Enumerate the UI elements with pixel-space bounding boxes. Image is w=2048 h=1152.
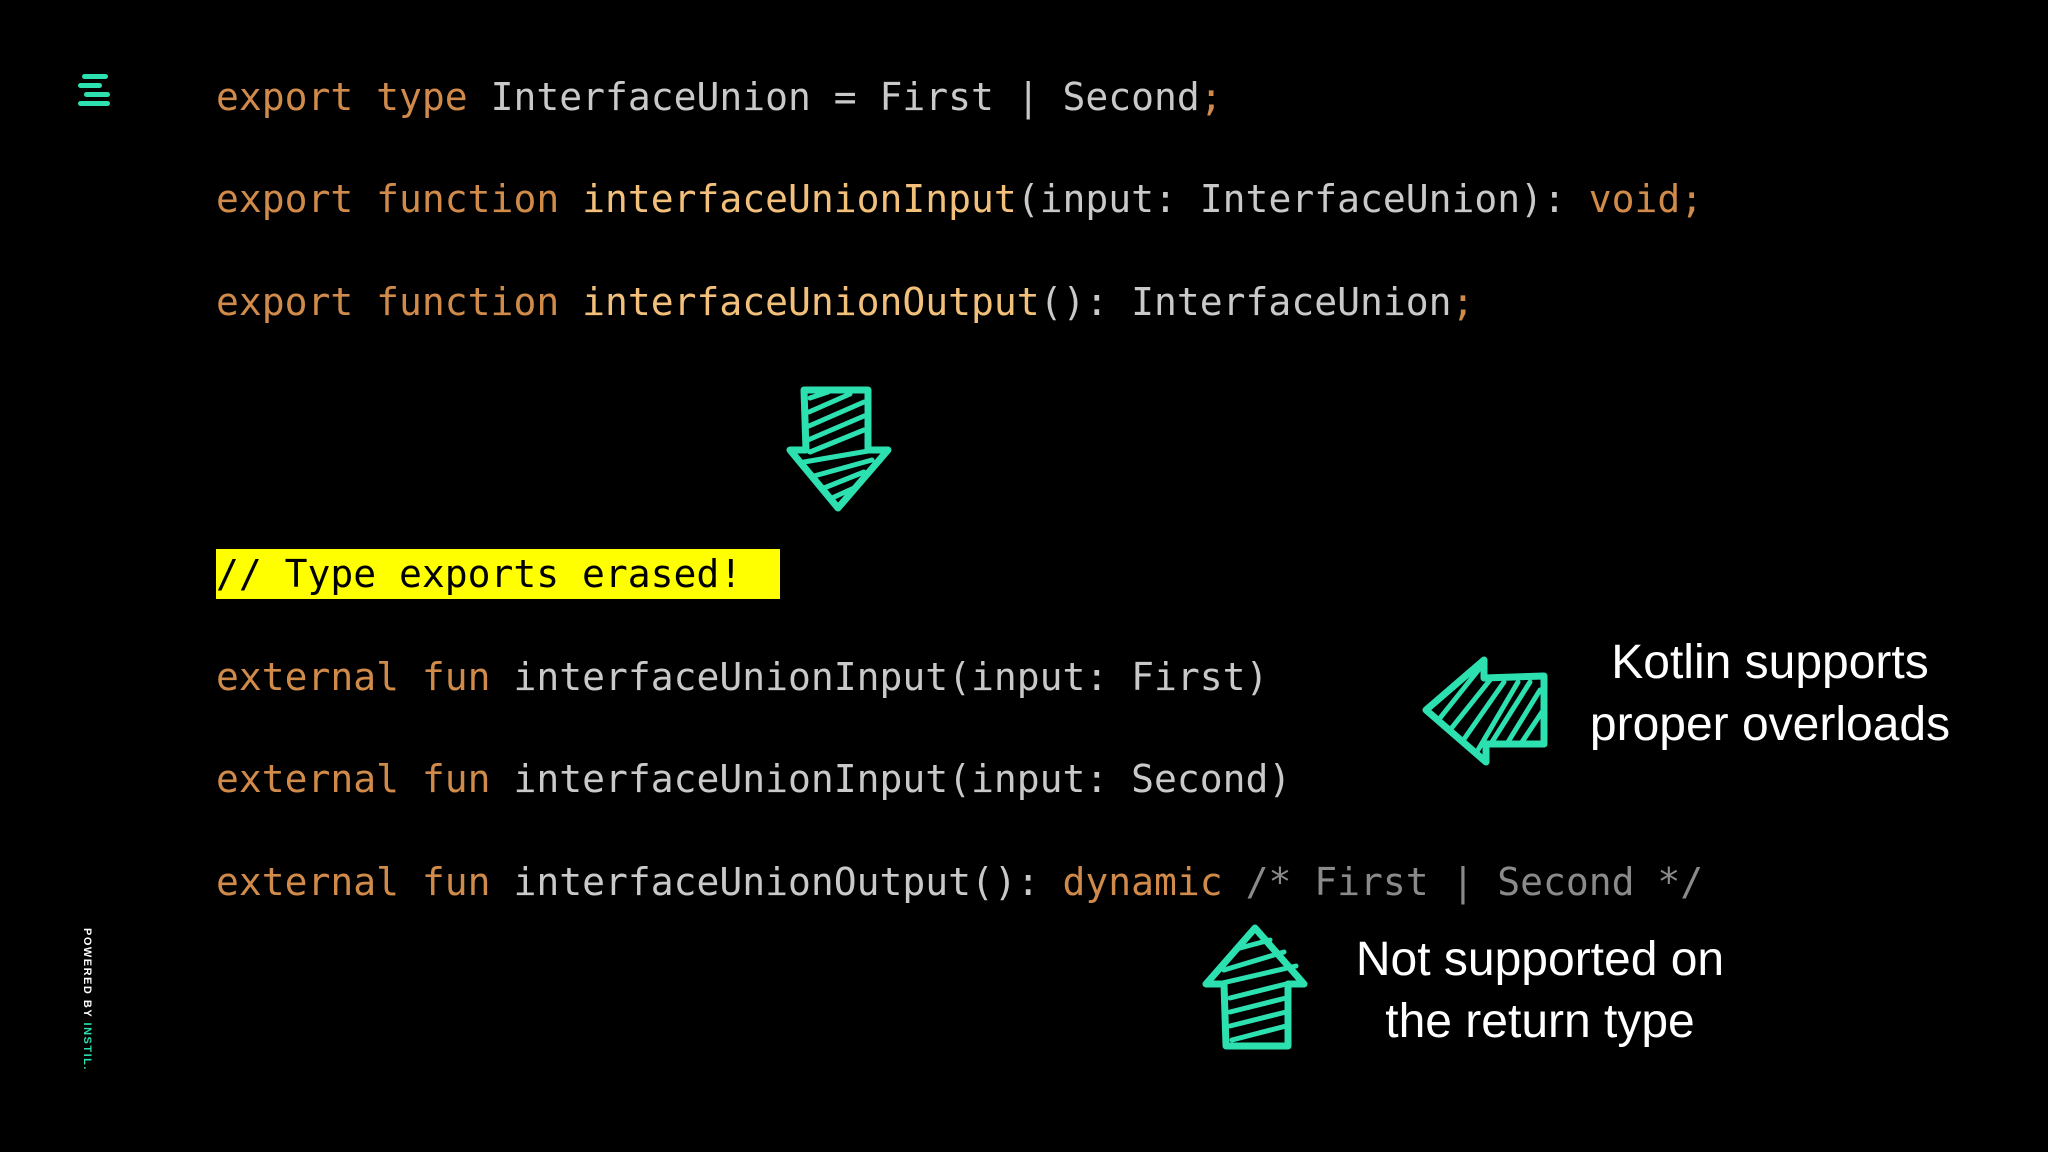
keyword: export bbox=[216, 75, 354, 119]
keyword: export bbox=[216, 280, 354, 324]
down-arrow-icon bbox=[786, 386, 892, 512]
function-params: (): InterfaceUnion bbox=[1039, 280, 1452, 324]
powered-by-brand: INSTIL. bbox=[81, 1022, 93, 1071]
semicolon: ; bbox=[1199, 75, 1223, 119]
keyword: function bbox=[376, 177, 560, 221]
keyword: fun bbox=[421, 860, 491, 904]
keyword: function bbox=[376, 280, 560, 324]
semicolon: ; bbox=[1451, 280, 1475, 324]
powered-by-label: POWERED BY INSTIL. bbox=[75, 928, 93, 1074]
ts-code-line-1: export type InterfaceUnion = First | Sec… bbox=[216, 74, 1223, 120]
function-signature: interfaceUnionInput(input: First) bbox=[513, 655, 1269, 699]
ts-code-line-2: export function interfaceUnionInput(inpu… bbox=[216, 176, 1703, 222]
keyword: fun bbox=[421, 655, 491, 699]
up-arrow-icon bbox=[1202, 924, 1308, 1050]
type-definition: InterfaceUnion = First | Second bbox=[490, 75, 1200, 119]
kotlin-code-line-3: external fun interfaceUnionOutput(): dyn… bbox=[216, 859, 1703, 905]
return-type-callout-line-1: Not supported on bbox=[1355, 933, 1725, 986]
function-name: interfaceUnionOutput bbox=[582, 280, 1040, 324]
union-comment: /* First | Second */ bbox=[1245, 860, 1704, 904]
return-type-callout: Not supported on the return type bbox=[1320, 929, 1760, 1053]
return-type: void bbox=[1588, 177, 1681, 221]
instil-logo-icon bbox=[78, 74, 110, 106]
kotlin-code-line-2: external fun interfaceUnionInput(input: … bbox=[216, 756, 1291, 802]
keyword: export bbox=[216, 177, 354, 221]
overloads-callout-line-1: Kotlin supports bbox=[1611, 636, 1929, 689]
function-signature: interfaceUnionInput(input: Second) bbox=[513, 757, 1292, 801]
ts-code-line-3: export function interfaceUnionOutput(): … bbox=[216, 279, 1474, 325]
function-name: interfaceUnionInput bbox=[582, 177, 1017, 221]
overloads-callout: Kotlin supports proper overloads bbox=[1560, 632, 1980, 756]
keyword: external bbox=[216, 860, 400, 904]
kotlin-code-line-1: external fun interfaceUnionInput(input: … bbox=[216, 654, 1268, 700]
keyword: type bbox=[376, 75, 468, 119]
overloads-callout-line-2: proper overloads bbox=[1589, 698, 1951, 751]
return-type-callout-line-2: the return type bbox=[1385, 995, 1695, 1048]
dynamic-type: dynamic bbox=[1062, 860, 1223, 904]
function-signature: interfaceUnionOutput(): bbox=[513, 860, 1063, 904]
semicolon: ; bbox=[1680, 177, 1704, 221]
keyword: fun bbox=[421, 757, 491, 801]
keyword: external bbox=[216, 757, 400, 801]
function-params: (input: InterfaceUnion): bbox=[1016, 177, 1589, 221]
left-arrow-icon bbox=[1422, 656, 1548, 766]
powered-by-prefix: POWERED BY bbox=[81, 928, 93, 1023]
keyword: external bbox=[216, 655, 400, 699]
type-exports-erased-comment: // Type exports erased! bbox=[216, 549, 780, 599]
